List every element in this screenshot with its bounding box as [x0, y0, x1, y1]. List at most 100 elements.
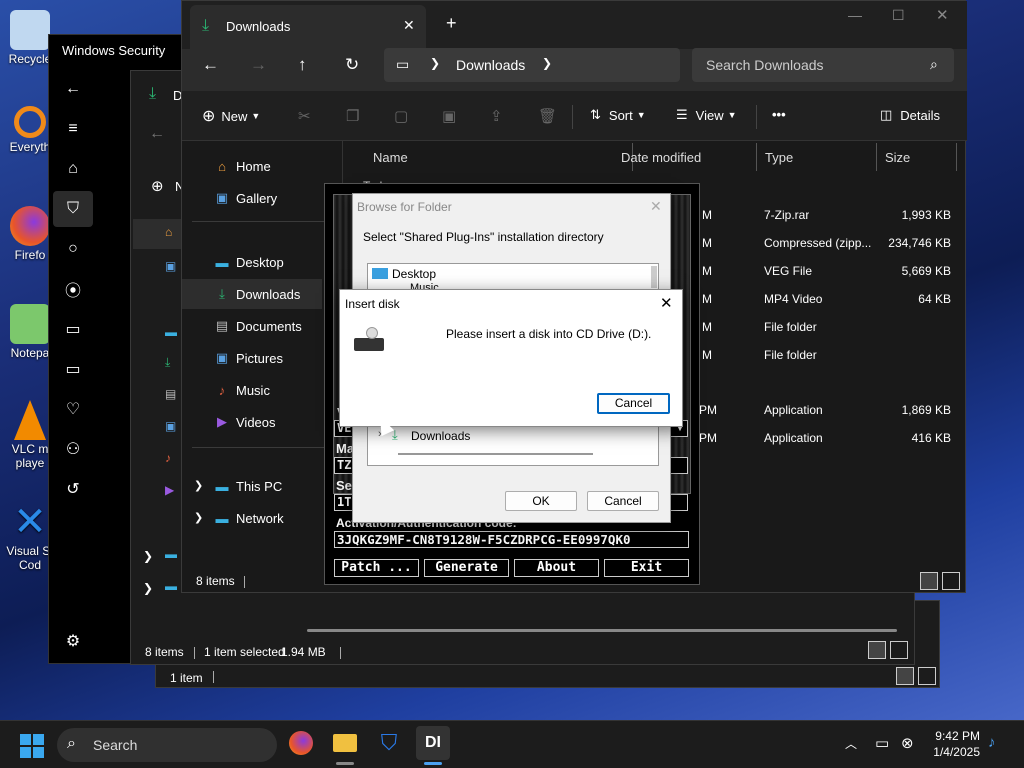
new-tab-plus-icon[interactable]: + [446, 13, 457, 34]
start-button[interactable] [20, 734, 44, 758]
network-status-icon[interactable]: ▭ [875, 734, 889, 752]
nav-item-pictures[interactable]: ▣ Pictures [182, 343, 322, 373]
home-icon[interactable]: ⌂ [49, 151, 97, 187]
column-header-name[interactable]: Name [365, 143, 633, 171]
close-icon[interactable]: ✕ [650, 198, 662, 215]
pictures-icon[interactable]: ▣ [165, 419, 176, 433]
machine-id-field[interactable]: TZ [334, 457, 354, 474]
serial-field[interactable]: 1T [334, 494, 354, 511]
details-view-toggle[interactable] [920, 572, 938, 590]
tiles-view-toggle[interactable] [918, 667, 936, 685]
details-view-toggle[interactable] [868, 641, 886, 659]
rename-icon[interactable]: ▣ [442, 107, 456, 125]
plus-icon[interactable]: ⊕ [151, 177, 164, 195]
hamburger-menu-icon[interactable]: ≡ [49, 111, 97, 147]
taskbar-search[interactable]: ⌕ Search [57, 728, 277, 762]
clock-date[interactable]: 1/4/2025 [926, 745, 980, 759]
ok-button[interactable]: OK [505, 491, 577, 511]
videos-icon[interactable]: ▶ [165, 483, 174, 497]
tree-hscrollbar[interactable] [398, 453, 593, 455]
maximize-icon[interactable]: ☐ [892, 7, 905, 24]
nav-item-desktop[interactable]: ▬ Desktop [182, 247, 322, 277]
paste-icon[interactable]: ▢ [394, 107, 408, 125]
file-explorer-taskbar-icon[interactable] [328, 726, 362, 760]
music-icon[interactable]: ♪ [165, 451, 171, 465]
address-segment-downloads[interactable]: Downloads [456, 57, 525, 73]
cut-icon[interactable]: ✂ [298, 107, 311, 125]
cancel-button[interactable]: Cancel [587, 491, 659, 511]
nav-item-downloads[interactable]: ⤓ Downloads [182, 279, 322, 309]
back-arrow-icon[interactable]: ← [149, 125, 165, 143]
app-browser-icon[interactable]: ▭ [49, 311, 97, 347]
column-header-type[interactable]: Type [757, 143, 877, 171]
nav-item-gallery[interactable]: ▣ Gallery [182, 183, 322, 213]
back-arrow-icon[interactable]: ← [49, 71, 97, 107]
chevron-right-icon[interactable]: ❯ [143, 581, 153, 595]
new-button[interactable]: ⊕ New ▼ [202, 106, 260, 126]
delete-icon[interactable]: 🗑 [538, 107, 557, 125]
up-arrow-icon[interactable]: ↑ [298, 55, 307, 75]
person-icon[interactable]: ○ [49, 231, 97, 267]
close-tab-icon[interactable]: ✕ [403, 17, 415, 34]
tiles-view-toggle[interactable] [942, 572, 960, 590]
desktop-icon[interactable]: ▬ [165, 325, 177, 339]
about-button[interactable]: About [514, 559, 599, 577]
notification-bell-icon[interactable]: ♪ [988, 734, 996, 751]
column-header-date[interactable]: Date modified [613, 143, 757, 171]
nav-home-selected[interactable]: ⌂ [133, 219, 185, 249]
volume-muted-icon[interactable]: ⊗ [901, 734, 914, 752]
chevron-up-icon[interactable]: ︿ [845, 735, 857, 752]
tree-scrollbar[interactable] [651, 266, 657, 288]
nav-item-this-pc[interactable]: ❯ ▬ This PC [182, 471, 322, 501]
clock-time[interactable]: 9:42 PM [926, 729, 980, 743]
view-button[interactable]: ☰ View ▼ [676, 107, 737, 123]
refresh-icon[interactable]: ↻ [345, 55, 359, 75]
nav-item-home[interactable]: ⌂ Home [182, 151, 322, 181]
close-icon[interactable]: ✕ [660, 294, 673, 312]
search-input[interactable]: Search Downloads ⌕ [692, 48, 954, 82]
close-window-icon[interactable]: ✕ [936, 6, 949, 24]
chevron-right-icon[interactable]: ❯ [194, 479, 203, 492]
tree-item-desktop[interactable]: Desktop [392, 267, 436, 281]
tab-downloads[interactable]: ⤓ Downloads ✕ [190, 5, 426, 49]
firefox-taskbar-icon[interactable] [284, 726, 318, 760]
shield-taskbar-icon[interactable]: ⛉ [372, 726, 406, 760]
tiles-view-toggle[interactable] [890, 641, 908, 659]
forward-arrow-icon[interactable]: → [250, 55, 267, 75]
horizontal-scrollbar[interactable] [307, 629, 897, 632]
copy-icon[interactable]: ❐ [346, 107, 359, 125]
more-options-button[interactable]: ••• [772, 107, 786, 122]
generate-button[interactable]: Generate [424, 559, 509, 577]
details-pane-button[interactable]: ◫ Details [880, 107, 940, 123]
chevron-right-icon[interactable]: ❯ [542, 56, 552, 70]
nav-item-videos[interactable]: ▶ Videos [182, 407, 322, 437]
cancel-button[interactable]: Cancel [597, 393, 670, 414]
downloads-icon[interactable]: ⤓ [165, 355, 170, 370]
nav-item-music[interactable]: ♪ Music [182, 375, 322, 405]
history-icon[interactable]: ↺ [49, 471, 97, 507]
documents-icon[interactable]: ▤ [165, 387, 176, 401]
wifi-broadcast-icon[interactable]: ⦿ [49, 271, 97, 307]
exit-button[interactable]: Exit [604, 559, 689, 577]
minimize-icon[interactable]: — [848, 7, 862, 23]
share-icon[interactable]: ⇪ [490, 107, 503, 125]
tree-item-downloads[interactable]: Downloads [411, 429, 470, 443]
gallery-icon[interactable]: ▣ [165, 259, 176, 273]
network-icon[interactable]: ▬ [165, 579, 177, 593]
nav-item-documents[interactable]: ▤ Documents [182, 311, 322, 341]
family-icon[interactable]: ⚇ [49, 431, 97, 467]
chevron-right-icon[interactable]: ❯ [143, 549, 153, 563]
address-bar[interactable]: ▭ ❯ Downloads ❯ [384, 48, 680, 82]
nav-item-network[interactable]: ❯ ▬ Network [182, 503, 322, 533]
this-pc-icon[interactable]: ▬ [165, 547, 177, 561]
patch-button[interactable]: Patch ... [334, 559, 419, 577]
serial-field-end[interactable] [670, 494, 688, 511]
keygen-taskbar-icon[interactable]: DI [416, 726, 450, 760]
laptop-icon[interactable]: ▭ [49, 351, 97, 387]
activation-code-field[interactable]: 3JQKGZ9MF-CN8T9128W-F5CZDRPCG-EE0997QK0 [334, 531, 689, 548]
details-view-toggle[interactable] [896, 667, 914, 685]
gear-icon[interactable]: ⚙ [49, 623, 97, 659]
machine-id-field-end[interactable] [670, 457, 688, 474]
heart-pulse-icon[interactable]: ♡ [49, 391, 97, 427]
column-header-size[interactable]: Size [877, 143, 957, 171]
